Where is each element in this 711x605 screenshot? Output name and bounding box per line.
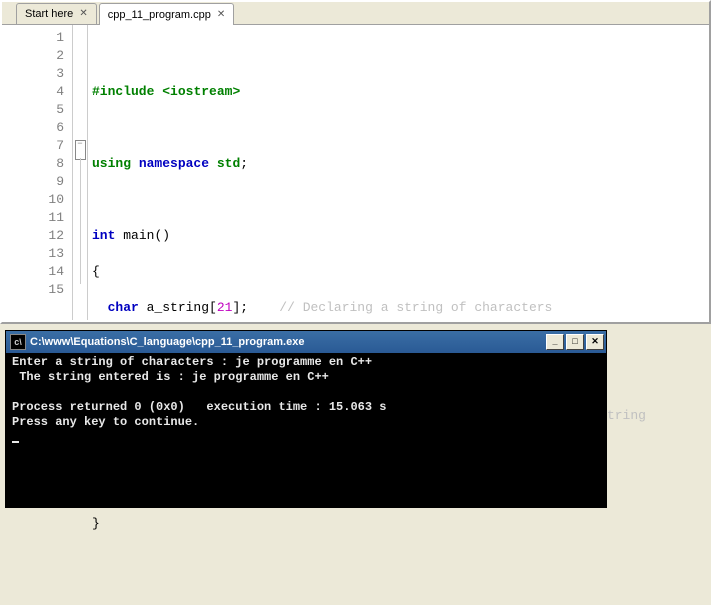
console-output: Enter a string of characters : je progra…	[6, 353, 606, 507]
close-button[interactable]: ✕	[586, 334, 604, 350]
console-window: c\ C:\www\Equations\C_language\cpp_11_pr…	[5, 330, 607, 508]
editor-window: Start here ✕ cpp_11_program.cpp ✕ 123456…	[0, 0, 711, 324]
close-icon[interactable]: ✕	[217, 5, 225, 25]
window-title: C:\www\Equations\C_language\cpp_11_progr…	[30, 336, 304, 348]
fold-toggle-icon[interactable]: −	[73, 140, 87, 158]
tab-bar: Start here ✕ cpp_11_program.cpp ✕	[2, 2, 709, 25]
tab-cpp-file[interactable]: cpp_11_program.cpp ✕	[99, 3, 235, 25]
cursor-icon	[12, 441, 19, 443]
fold-gutter: −	[72, 25, 88, 320]
tab-start-here[interactable]: Start here ✕	[16, 3, 97, 24]
code-area[interactable]: #include <iostream> using namespace std;…	[88, 25, 709, 320]
tab-label: Start here	[25, 4, 73, 24]
maximize-button[interactable]: □	[566, 334, 584, 350]
line-number-gutter: 123456789101112131415	[2, 25, 72, 320]
app-icon: c\	[10, 334, 26, 350]
code-editor[interactable]: 123456789101112131415 − #include <iostre…	[2, 25, 709, 320]
tab-label: cpp_11_program.cpp	[108, 5, 211, 25]
close-icon[interactable]: ✕	[79, 4, 87, 24]
titlebar[interactable]: c\ C:\www\Equations\C_language\cpp_11_pr…	[6, 331, 606, 353]
minimize-button[interactable]: _	[546, 334, 564, 350]
